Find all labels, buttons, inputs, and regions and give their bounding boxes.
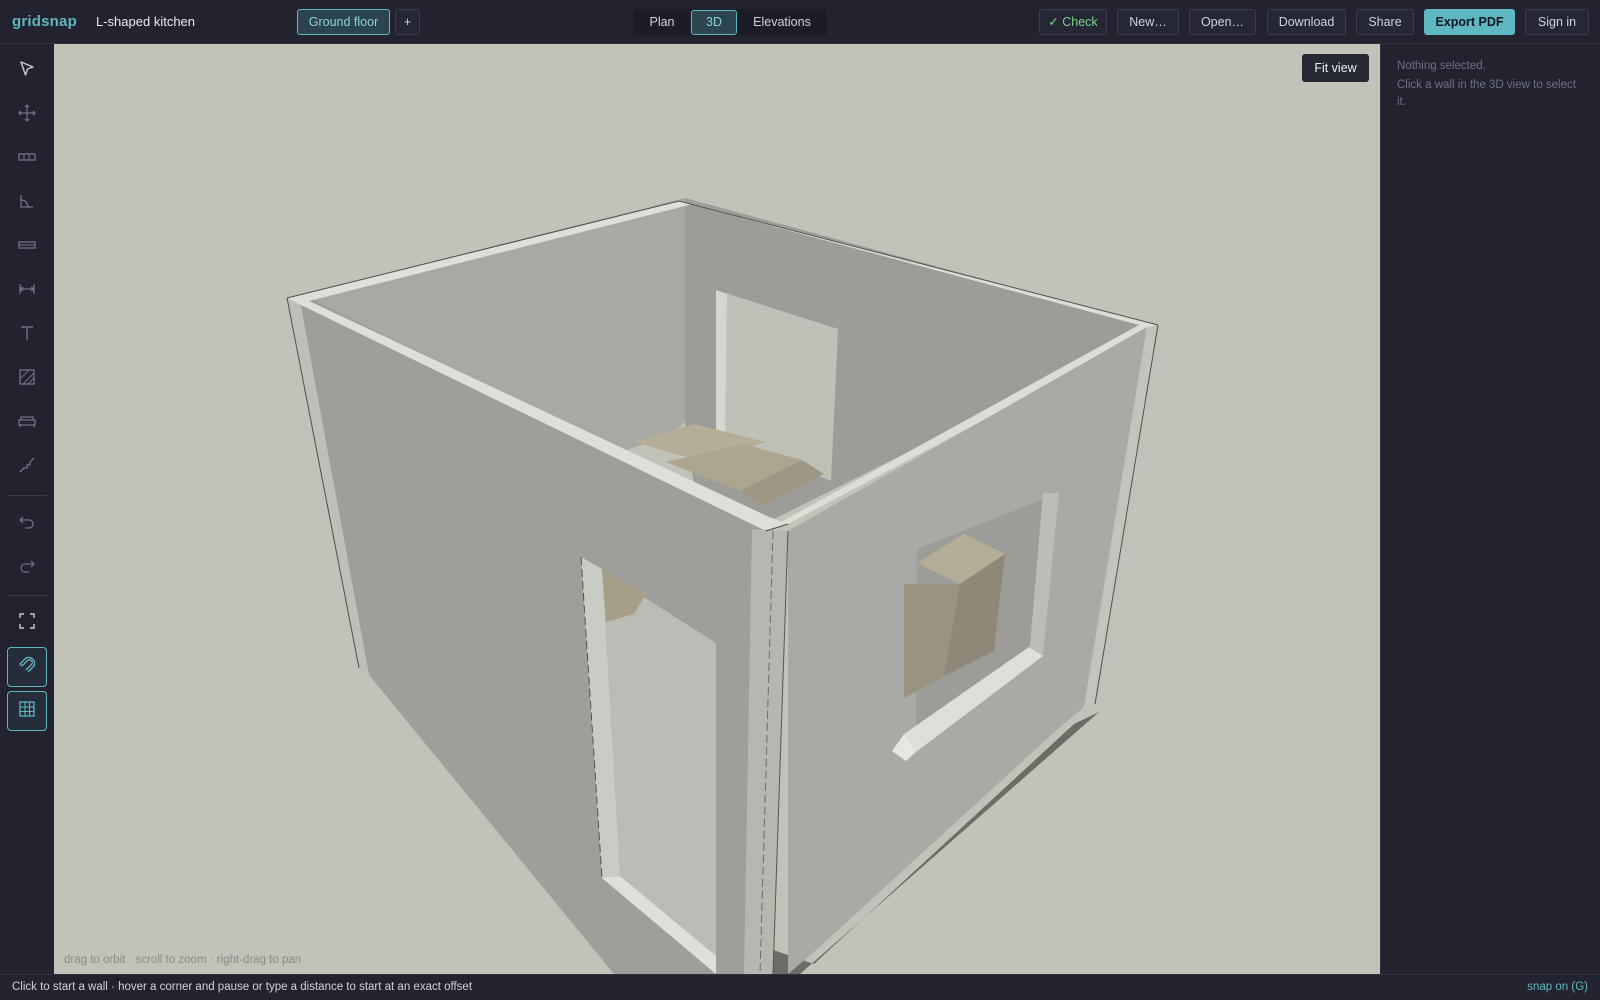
redo-button[interactable]	[7, 547, 47, 587]
window-tool[interactable]	[7, 227, 47, 267]
export-pdf-button[interactable]: Export PDF	[1424, 9, 1515, 35]
furniture-tool[interactable]	[7, 403, 47, 443]
toolbar-divider	[7, 495, 47, 496]
status-message: Click to start a wall · hover a corner a…	[12, 981, 473, 993]
window-icon	[17, 235, 37, 260]
snap-toggle[interactable]	[7, 647, 47, 687]
fit-screen-icon	[17, 611, 37, 636]
wall-icon	[17, 147, 37, 172]
fit-view-button[interactable]: Fit view	[1302, 54, 1369, 82]
selection-hint: Click a wall in the 3D view to select it…	[1397, 79, 1576, 108]
tab-elevations[interactable]: Elevations	[741, 10, 823, 35]
selection-status: Nothing selected.	[1397, 60, 1486, 72]
snap-status[interactable]: snap on (G)	[1527, 981, 1588, 993]
wall-tool[interactable]	[7, 139, 47, 179]
sign-in-button[interactable]: Sign in	[1525, 9, 1589, 35]
select-tool[interactable]	[7, 51, 47, 91]
add-floor-button[interactable]: +	[395, 9, 420, 35]
dimension-tool[interactable]	[7, 271, 47, 311]
move-tool[interactable]	[7, 95, 47, 135]
floor-selector-button[interactable]: Ground floor	[297, 9, 390, 35]
fit-screen-button[interactable]	[7, 603, 47, 643]
3d-room-render[interactable]	[54, 44, 1380, 974]
snap-magnet-icon	[17, 655, 37, 680]
move-icon	[17, 103, 37, 128]
toolbar-divider	[7, 595, 47, 596]
undo-icon	[17, 511, 37, 536]
text-icon	[17, 323, 37, 348]
hatch-area-tool[interactable]	[7, 359, 47, 399]
dimension-icon	[17, 279, 37, 304]
tab-plan[interactable]: Plan	[637, 10, 687, 35]
top-bar: gridsnap L-shaped kitchen Ground floor +…	[0, 0, 1600, 44]
select-icon	[17, 59, 37, 84]
grid-icon	[17, 699, 37, 724]
document-title[interactable]: L-shaped kitchen	[96, 14, 195, 29]
check-button[interactable]: ✓ Check	[1039, 9, 1107, 35]
tool-palette	[0, 44, 54, 974]
app-logo[interactable]: gridsnap	[12, 13, 77, 30]
download-button[interactable]: Download	[1267, 9, 1346, 35]
stairs-icon	[17, 455, 37, 480]
stairs-tool[interactable]	[7, 447, 47, 487]
viewport-controls-hint: drag to orbit · scroll to zoom · right-d…	[64, 954, 302, 966]
hatch-area-icon	[17, 367, 37, 392]
tab-3d[interactable]: 3D	[691, 10, 737, 35]
share-button[interactable]: Share	[1356, 9, 1414, 35]
angle-icon	[17, 191, 37, 216]
text-tool[interactable]	[7, 315, 47, 355]
furniture-sofa-icon	[17, 411, 37, 436]
open-button[interactable]: Open…	[1189, 9, 1256, 35]
new-button[interactable]: New…	[1117, 9, 1179, 35]
undo-button[interactable]	[7, 503, 47, 543]
status-bar: Click to start a wall · hover a corner a…	[0, 974, 1600, 1000]
inspector-panel: Nothing selected. Click a wall in the 3D…	[1380, 44, 1600, 974]
view-mode-switch: Plan 3D Elevations	[633, 9, 827, 36]
redo-icon	[17, 555, 37, 580]
3d-viewport[interactable]: Fit view drag to orbit · scroll to zoom …	[54, 44, 1380, 974]
angle-tool[interactable]	[7, 183, 47, 223]
grid-toggle[interactable]	[7, 691, 47, 731]
